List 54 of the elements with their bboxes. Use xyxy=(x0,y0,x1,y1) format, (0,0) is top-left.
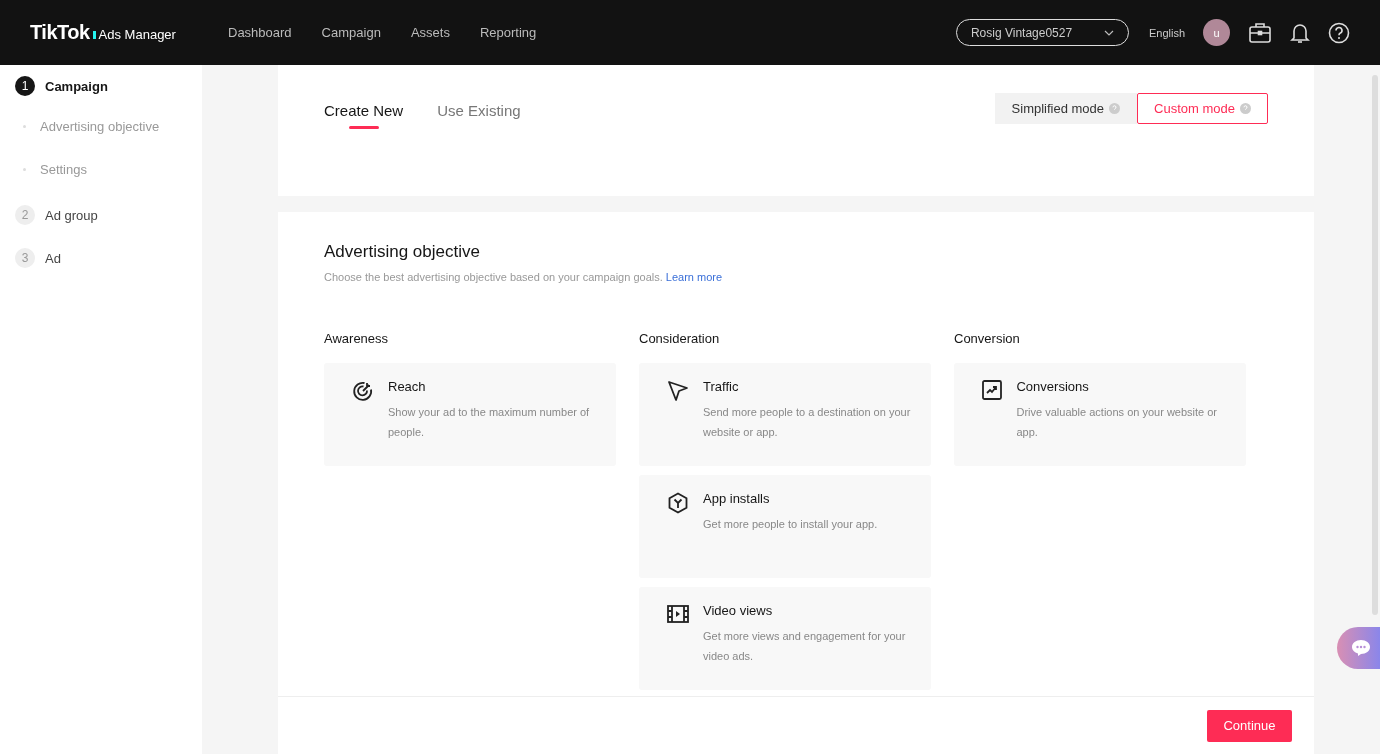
objective-option[interactable]: Video views Get more views and engagement for your video ads. xyxy=(639,587,931,690)
target-icon xyxy=(352,380,374,402)
chat-bubble-icon xyxy=(1350,639,1371,657)
step-link[interactable]: Ad group xyxy=(45,207,98,223)
objective-option[interactable]: Conversions Drive valuable actions on your website or app. xyxy=(954,363,1246,466)
group-title: Consideration xyxy=(639,331,721,346)
help-icon xyxy=(1240,103,1251,114)
step-number: 2 xyxy=(15,205,35,225)
bullet-dot xyxy=(23,167,26,171)
option-description: Drive valuable actions on your website or app. xyxy=(1016,405,1219,440)
objective-option[interactable]: App installs Get more people to install your app. xyxy=(639,475,931,578)
step-link[interactable]: Ad xyxy=(45,250,61,266)
continue-button[interactable]: Continue xyxy=(1207,709,1292,742)
step-link[interactable]: Campaign xyxy=(45,78,108,94)
chat-button[interactable] xyxy=(1337,627,1380,669)
language-selector[interactable]: English xyxy=(1148,26,1185,39)
option-title: Video views xyxy=(703,603,774,618)
option-description: Show your ad to the maximum number of people. xyxy=(388,405,591,440)
mode-toggle[interactable]: Custom mode xyxy=(1137,93,1268,124)
logo[interactable]: TikTok Ads Manager xyxy=(30,21,228,44)
chevron-down-icon xyxy=(1103,29,1114,36)
mode-toggle[interactable]: Simplified mode xyxy=(994,93,1138,124)
option-title: App installs xyxy=(703,491,771,506)
nav-link[interactable]: Assets xyxy=(410,25,450,40)
nav-link[interactable]: Reporting xyxy=(479,25,537,40)
section-title: Advertising objective xyxy=(324,242,481,262)
option-description: Get more people to install your app. xyxy=(703,517,878,532)
option-description: Send more people to a destination on your website or app. xyxy=(703,405,911,440)
learn-more-link[interactable]: Learn more xyxy=(665,271,723,283)
nav-link[interactable]: Dashboard xyxy=(228,25,292,40)
section-subtitle: Choose the best advertising objective based on your campaign goals. Learn more xyxy=(324,271,724,283)
option-description: Get more views and engagement for your video ads. xyxy=(703,629,907,664)
help-icon[interactable] xyxy=(1328,21,1350,44)
option-title: Traffic xyxy=(703,379,740,394)
bell-icon[interactable] xyxy=(1290,21,1310,44)
trend-chart-icon xyxy=(982,380,1002,400)
film-icon xyxy=(667,604,689,624)
tab[interactable]: Use Existing xyxy=(437,93,521,129)
option-title: Conversions xyxy=(1016,379,1090,394)
step-number: 1 xyxy=(15,76,35,96)
step-number: 3 xyxy=(15,248,35,268)
nav-link[interactable]: Campaign xyxy=(321,25,381,40)
tab[interactable]: Create New xyxy=(324,93,404,129)
briefcase-icon[interactable] xyxy=(1248,21,1272,44)
bullet-dot xyxy=(23,124,26,128)
group-title: Awareness xyxy=(324,331,390,346)
cursor-icon xyxy=(667,380,689,402)
cube-icon xyxy=(667,492,689,514)
objective-option[interactable]: Reach Show your ad to the maximum number of people. xyxy=(324,363,616,466)
option-title: Reach xyxy=(388,379,427,394)
group-title: Conversion xyxy=(954,331,1021,346)
scrollbar[interactable] xyxy=(1372,75,1378,615)
help-icon xyxy=(1109,103,1121,114)
objective-option[interactable]: Traffic Send more people to a destination on your website or app. xyxy=(639,363,931,466)
